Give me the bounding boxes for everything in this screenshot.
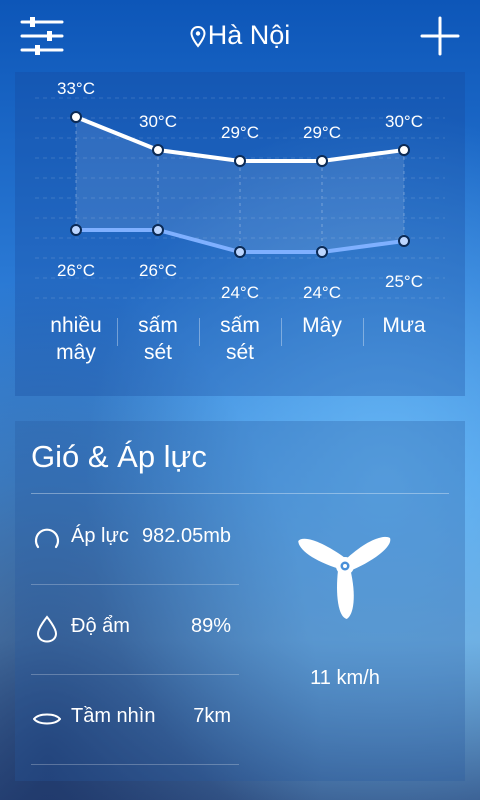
wind-speed: 11 km/h [310, 667, 380, 689]
low-temp-point [234, 246, 246, 258]
visibility-value: 7km [193, 705, 231, 727]
forecast-card: 33°C 26°C 30°C 26°C 29°C 24°C 29°C 24°C 30°C 25°C… [15, 72, 465, 396]
humidity-value: 89% [190, 615, 231, 637]
pressure-value: 982.05mb [142, 525, 231, 547]
pressure-label: Áp lực [71, 525, 129, 547]
high-temp-point [234, 155, 246, 167]
high-temp-label: 30°C [139, 112, 177, 131]
pressure-row: Áp lực 982.05mb [31, 495, 239, 585]
visibility-row: Tầm nhìn 7km [31, 675, 239, 765]
divider [31, 493, 449, 494]
low-temp-point [398, 235, 410, 247]
forecast-day-condition: sấm sét [138, 314, 178, 364]
low-temp-label: 26°C [139, 261, 177, 280]
high-temp-label: 29°C [303, 123, 341, 142]
low-temp-label: 26°C [57, 261, 95, 280]
wind-pressure-card: Gió & Áp lực Áp lực 982.05mb Độ ẩm 89% T… [15, 421, 465, 781]
water-drop-icon [36, 615, 58, 643]
high-temp-label: 30°C [385, 112, 423, 131]
low-temp-label: 24°C [303, 283, 341, 302]
map-pin-icon [190, 25, 206, 48]
low-temp-point [70, 224, 82, 236]
high-temp-point [70, 111, 82, 123]
humidity-label: Độ ẩm [71, 615, 130, 637]
low-temp-point [316, 246, 328, 258]
high-temp-point [398, 144, 410, 156]
low-temp-label: 25°C [385, 272, 423, 291]
forecast-day-condition: Mưa [382, 314, 426, 337]
high-temp-label: 33°C [57, 79, 95, 98]
low-temp-label: 24°C [221, 283, 259, 302]
forecast-day-condition: nhiều mây [50, 314, 102, 364]
location-selector[interactable]: Hà Nội [0, 20, 480, 51]
high-temp-point [316, 155, 328, 167]
temperature-chart: 33°C 26°C 30°C 26°C 29°C 24°C 29°C 24°C 30°C 25°C [35, 79, 445, 302]
forecast-day-condition: Mây [302, 314, 342, 337]
row-divider [31, 764, 239, 765]
eye-icon [33, 713, 61, 725]
humidity-row: Độ ẩm 89% [31, 585, 239, 675]
plus-icon[interactable] [420, 16, 460, 56]
location-name: Hà Nội [207, 20, 291, 50]
forecast-day-condition: sấm sét [220, 314, 260, 364]
pressure-gauge-icon [34, 528, 60, 549]
wind-turbine-icon [298, 536, 391, 619]
card-title: Gió & Áp lực [31, 439, 207, 474]
forecast-conditions: nhiều mây sấm sét sấm sét Mây Mưa [15, 312, 465, 392]
low-temp-point [152, 224, 164, 236]
top-bar: Hà Nội [0, 0, 480, 72]
visibility-label: Tầm nhìn [71, 705, 156, 727]
high-temp-point [152, 144, 164, 156]
high-temp-label: 29°C [221, 123, 259, 142]
